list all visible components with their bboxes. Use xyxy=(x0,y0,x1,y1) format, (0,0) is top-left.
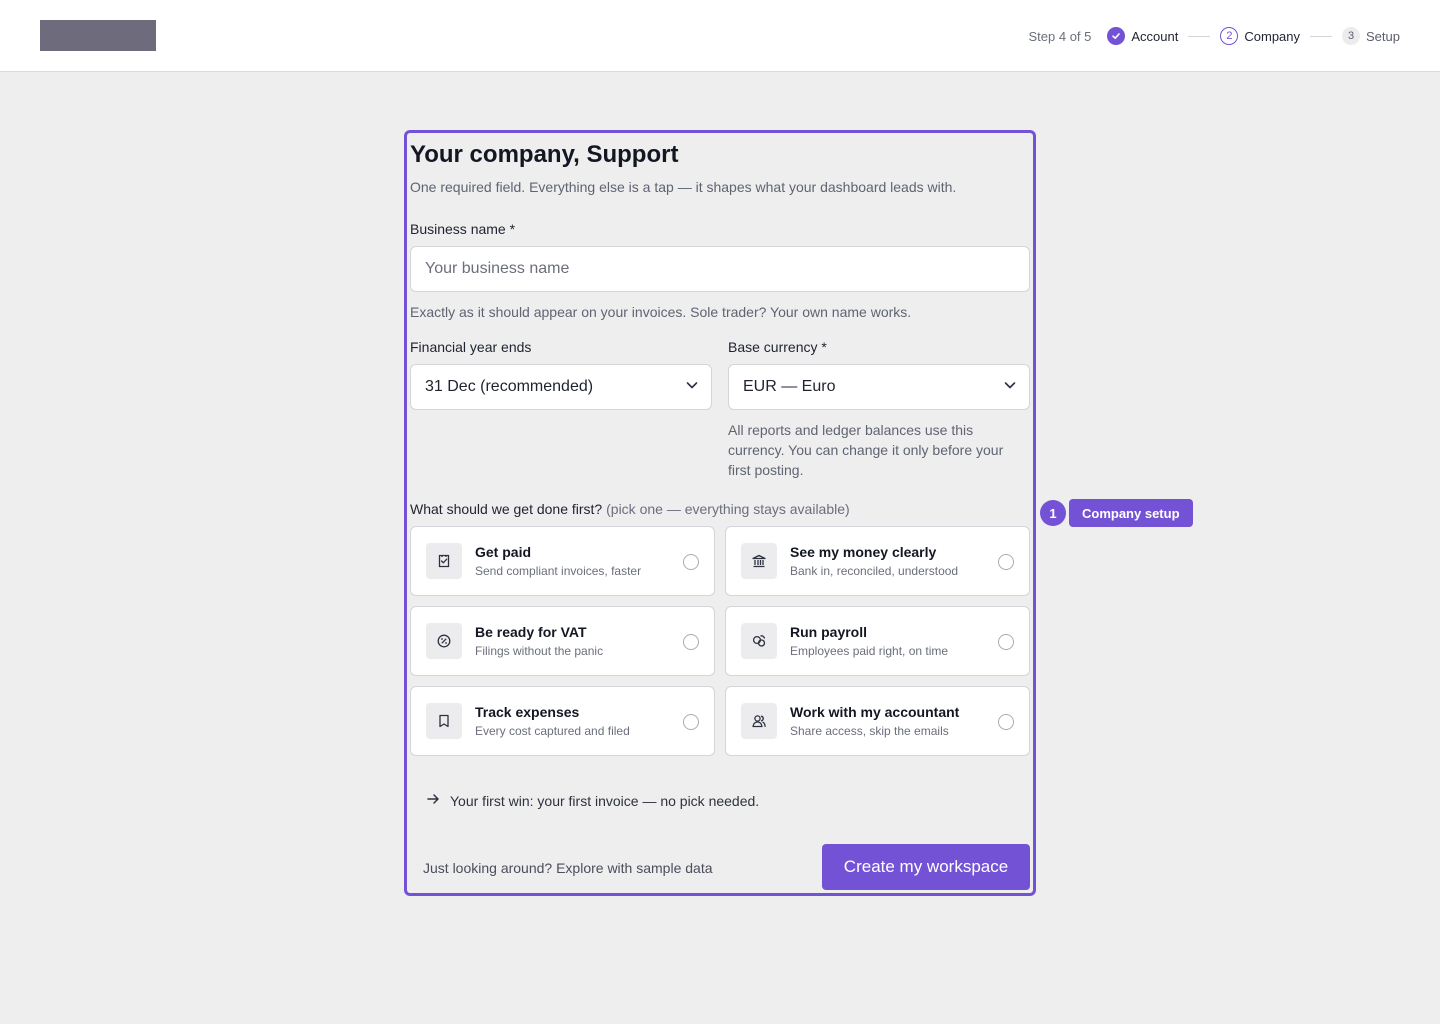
financial-year-label: Financial year ends xyxy=(410,339,532,355)
logo xyxy=(40,20,156,51)
option-radio[interactable] xyxy=(998,634,1014,650)
option-radio[interactable] xyxy=(998,554,1014,570)
option-desc: Bank in, reconciled, understood xyxy=(790,564,959,578)
step-number: 3 xyxy=(1342,27,1361,45)
step-account: Account xyxy=(1107,27,1178,45)
option-radio[interactable] xyxy=(683,554,699,570)
option-get-paid[interactable]: Get paid Send compliant invoices, faster xyxy=(410,526,715,596)
step-divider xyxy=(1188,35,1211,37)
option-title: Track expenses xyxy=(475,704,580,720)
progress-stepper: Step 4 of 5 Account 2 Company 3 Setup xyxy=(1028,24,1400,48)
option-radio[interactable] xyxy=(683,714,699,730)
step-number: 2 xyxy=(1220,27,1239,45)
company-setup-card: Your company, Support One required field… xyxy=(404,130,1036,896)
create-workspace-button[interactable]: Create my workspace xyxy=(822,844,1030,890)
base-currency-help: All reports and ledger balances use this… xyxy=(728,422,1004,478)
option-title: Be ready for VAT xyxy=(475,624,587,640)
explore-sample-data-link[interactable]: Just looking around? Explore with sample… xyxy=(423,860,713,876)
goal-hint: (pick one — everything stays available) xyxy=(606,501,850,517)
annotation-number: 1 xyxy=(1040,500,1066,526)
option-radio[interactable] xyxy=(998,714,1014,730)
option-desc: Every cost captured and filed xyxy=(475,724,630,738)
option-see-money[interactable]: See my money clearly Bank in, reconciled… xyxy=(725,526,1030,596)
first-win-note: Your first win: your first invoice — no … xyxy=(426,792,759,809)
option-accountant[interactable]: Work with my accountant Share access, sk… xyxy=(725,686,1030,756)
chevron-down-icon xyxy=(685,378,699,397)
option-vat[interactable]: Be ready for VAT Filings without the pan… xyxy=(410,606,715,676)
step-company: 2 Company xyxy=(1220,27,1300,45)
users-icon xyxy=(741,703,777,739)
financial-year-value: 31 Dec (recommended) xyxy=(425,378,594,395)
annotation-marker: 1 Company setup xyxy=(1040,499,1193,527)
goal-question: What should we get done first? (pick one… xyxy=(410,501,850,517)
percent-icon xyxy=(426,623,462,659)
option-desc: Employees paid right, on time xyxy=(790,644,949,658)
page-subtitle: One required field. Everything else is a… xyxy=(410,179,957,195)
option-desc: Filings without the panic xyxy=(475,644,604,658)
chevron-down-icon xyxy=(1003,378,1017,397)
top-bar: Step 4 of 5 Account 2 Company 3 Setup xyxy=(0,0,1440,72)
payroll-icon xyxy=(741,623,777,659)
option-title: Work with my accountant xyxy=(790,704,960,720)
option-radio[interactable] xyxy=(683,634,699,650)
business-name-label: Business name * xyxy=(410,221,516,237)
option-payroll[interactable]: Run payroll Employees paid right, on tim… xyxy=(725,606,1030,676)
option-desc: Send compliant invoices, faster xyxy=(475,564,642,578)
option-title: Get paid xyxy=(475,544,532,560)
annotation-label: Company setup xyxy=(1069,499,1193,527)
option-expenses[interactable]: Track expenses Every cost captured and f… xyxy=(410,686,715,756)
financial-year-select[interactable]: 31 Dec (recommended) xyxy=(410,364,712,410)
check-icon xyxy=(1107,27,1126,45)
page-title: Your company, Support xyxy=(410,141,679,168)
step-setup: 3 Setup xyxy=(1342,27,1400,45)
invoice-check-icon xyxy=(426,543,462,579)
step-label: Company xyxy=(1244,28,1301,44)
business-name-help: Exactly as it should appear on your invo… xyxy=(410,304,912,320)
receipt-icon xyxy=(426,703,462,739)
option-title: See my money clearly xyxy=(790,544,937,560)
step-divider xyxy=(1310,35,1333,37)
step-label: Setup xyxy=(1366,28,1400,44)
step-label: Account xyxy=(1131,28,1179,44)
option-desc: Share access, skip the emails xyxy=(790,724,949,738)
base-currency-label: Base currency * xyxy=(728,339,827,355)
business-name-input[interactable] xyxy=(410,246,1030,292)
first-win-text: Your first win: your first invoice — no … xyxy=(450,792,760,809)
step-count: Step 4 of 5 xyxy=(1028,28,1092,44)
base-currency-value: EUR — Euro xyxy=(743,378,836,395)
base-currency-select[interactable]: EUR — Euro xyxy=(728,364,1030,410)
goal-label: What should we get done first? xyxy=(410,501,603,517)
option-title: Run payroll xyxy=(790,624,868,640)
bank-icon xyxy=(741,543,777,579)
goal-options: Get paid Send compliant invoices, faster… xyxy=(410,526,1030,756)
arrow-right-icon xyxy=(426,792,440,809)
